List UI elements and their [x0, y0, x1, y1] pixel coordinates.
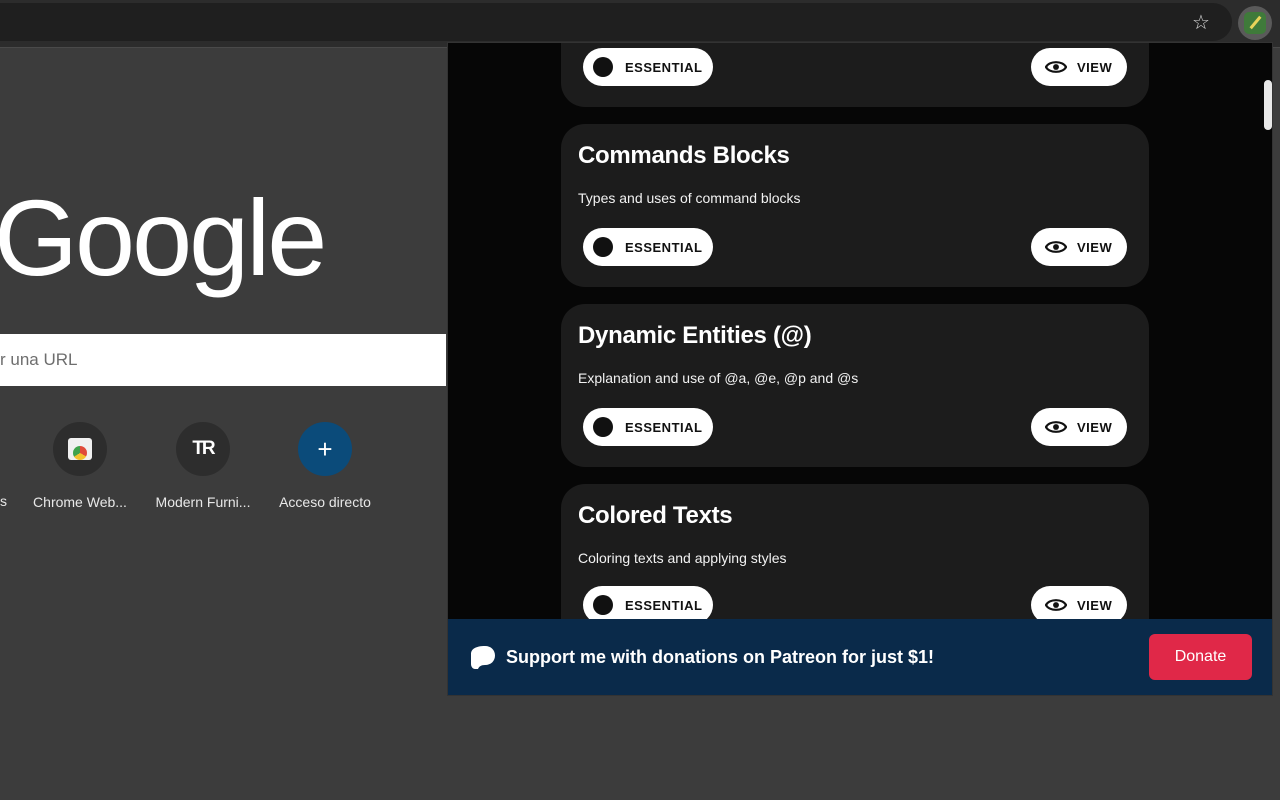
dot-icon: [593, 237, 613, 257]
view-button[interactable]: VIEW: [1031, 228, 1127, 266]
extension-popup: ESSENTIAL VIEW Commands Blocks Types and…: [447, 42, 1273, 696]
view-button[interactable]: VIEW: [1031, 48, 1127, 86]
scrollbar-thumb[interactable]: [1264, 80, 1272, 130]
dot-icon: [593, 57, 613, 77]
guide-card-dynamic-entities: Dynamic Entities (@) Explanation and use…: [561, 304, 1149, 467]
browser-toolbar: ☆: [0, 0, 1280, 48]
card-title: Commands Blocks: [578, 142, 790, 170]
guide-card-colored-texts: Colored Texts Coloring texts and applyin…: [561, 484, 1149, 619]
shortcut-chrome-web-store[interactable]: Chrome Web...: [25, 422, 135, 510]
card-description: Explanation and use of @a, @e, @p and @s: [578, 370, 858, 386]
extension-logo: [1244, 12, 1266, 34]
view-button[interactable]: VIEW: [1031, 408, 1127, 446]
shortcut-label: Modern Furni...: [148, 494, 258, 510]
dot-icon: [593, 417, 613, 437]
donate-button[interactable]: Donate: [1149, 634, 1252, 680]
patreon-banner: Support me with donations on Patreon for…: [448, 619, 1273, 696]
tr-logo-icon: TR: [176, 422, 230, 476]
eye-icon: [1045, 60, 1067, 74]
guide-card-command-blocks: Commands Blocks Types and uses of comman…: [561, 124, 1149, 287]
extension-icon[interactable]: [1238, 6, 1272, 40]
card-description: Coloring texts and applying styles: [578, 550, 787, 566]
shortcut-label: Chrome Web...: [25, 494, 135, 510]
search-input[interactable]: r una URL: [0, 334, 446, 386]
essential-badge: ESSENTIAL: [583, 48, 713, 86]
guide-card: ESSENTIAL VIEW: [561, 43, 1149, 107]
essential-badge: ESSENTIAL: [583, 586, 713, 619]
eye-icon: [1045, 598, 1067, 612]
shortcut-label-partial[interactable]: s: [0, 493, 7, 509]
eye-icon: [1045, 240, 1067, 254]
plus-icon: +: [298, 422, 352, 476]
card-title: Colored Texts: [578, 502, 732, 530]
card-title: Dynamic Entities (@): [578, 322, 811, 350]
shortcut-add[interactable]: + Acceso directo: [270, 422, 380, 510]
chrome-web-store-icon: [53, 422, 107, 476]
search-placeholder: r una URL: [0, 350, 77, 370]
star-icon[interactable]: ☆: [1186, 10, 1216, 36]
shortcut-modern-furniture[interactable]: TR Modern Furni...: [148, 422, 258, 510]
patreon-icon: [470, 645, 496, 671]
essential-badge: ESSENTIAL: [583, 408, 713, 446]
shortcut-label: Acceso directo: [270, 494, 380, 510]
card-list[interactable]: ESSENTIAL VIEW Commands Blocks Types and…: [448, 43, 1273, 619]
card-description: Types and uses of command blocks: [578, 190, 801, 206]
eye-icon: [1045, 420, 1067, 434]
essential-badge: ESSENTIAL: [583, 228, 713, 266]
patreon-message: Support me with donations on Patreon for…: [506, 647, 934, 668]
address-bar[interactable]: [0, 3, 1232, 41]
view-button[interactable]: VIEW: [1031, 586, 1127, 619]
dot-icon: [593, 595, 613, 615]
google-logo: Google: [0, 178, 324, 298]
